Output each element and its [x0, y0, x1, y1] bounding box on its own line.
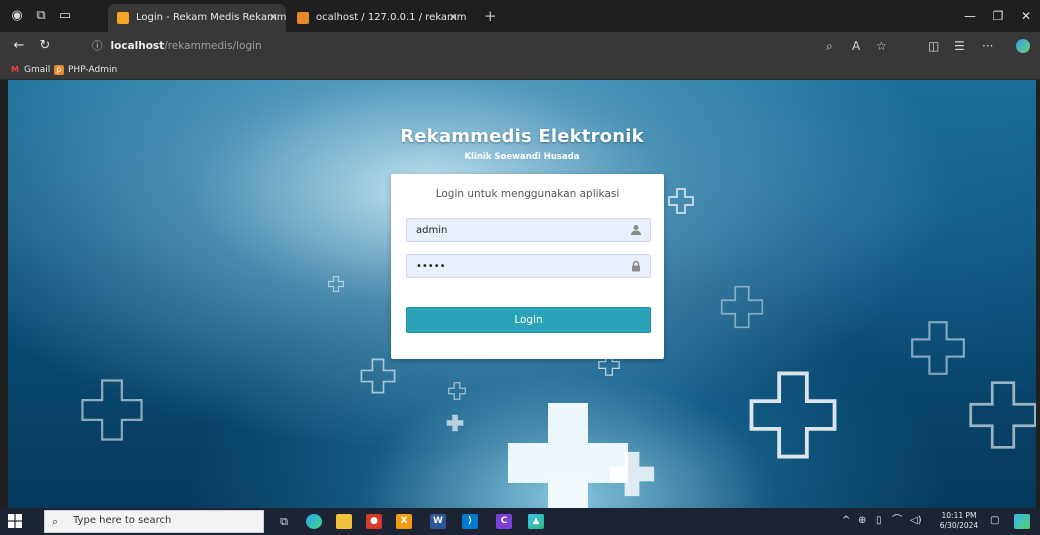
gmail-icon: M — [11, 65, 19, 74]
restore-icon[interactable]: ❐ — [986, 6, 1010, 26]
search-placeholder: Type here to search — [73, 515, 172, 526]
bookmark-label: PHP-Admin — [68, 65, 118, 75]
tab-title: ocalhost / 127.0.0.1 / rekammed — [316, 12, 466, 23]
network-globe-icon[interactable]: ⊕ — [858, 513, 866, 529]
xampp-icon[interactable]: X — [396, 514, 412, 529]
widgets-icon[interactable] — [1014, 514, 1030, 529]
clock[interactable]: 10:11 PM 6/30/2024 — [935, 511, 983, 531]
taskbar-search[interactable]: ⌕ Type here to search — [44, 510, 264, 533]
clock-time: 10:11 PM — [941, 511, 977, 520]
close-tab-icon[interactable]: ✕ — [269, 4, 278, 32]
medical-cross-icon — [748, 370, 838, 460]
password-field[interactable] — [406, 254, 651, 278]
refresh-icon[interactable]: ↻ — [36, 37, 54, 55]
login-page: Rekammedis Elektronik Klinik Soewandi Hu… — [8, 80, 1036, 508]
battery-icon[interactable]: ▯ — [876, 513, 882, 529]
medical-cross-icon — [446, 414, 464, 432]
tab-bar: ◉ ⧉ ▭ Login - Rekam Medis Rekammedi ✕ oc… — [0, 0, 1040, 32]
task-view-icon[interactable]: ⧉ — [276, 514, 292, 529]
wifi-icon[interactable]: ⌒ — [892, 513, 902, 529]
medical-cross-icon — [968, 380, 1036, 450]
profile-icon[interactable]: ◉ — [8, 7, 26, 25]
phpmyadmin-favicon-icon — [297, 12, 309, 24]
close-window-icon[interactable]: ✕ — [1014, 6, 1038, 26]
clinic-name: Klinik Soewandi Husada — [464, 152, 580, 162]
bookmarks-bar: M Gmail p PHP-Admin — [0, 60, 1040, 80]
browser-window: ◉ ⧉ ▭ Login - Rekam Medis Rekammedi ✕ oc… — [0, 0, 1040, 535]
login-button[interactable]: Login — [406, 307, 651, 333]
lock-icon — [632, 260, 640, 272]
taskbar: ⌕ Type here to search ⧉ ● X W ⟩ C ▲ ^ ⊕ … — [0, 508, 1040, 535]
login-card: Login untuk menggunakan aplikasi Login — [391, 174, 664, 359]
medical-cross-icon — [910, 320, 966, 376]
navigation-bar: ← ↻ ⓘ localhost/rekammedis/login ⌕ A ☆ ◫ … — [0, 32, 1040, 60]
word-icon[interactable]: W — [430, 514, 446, 529]
address-bar[interactable]: ⓘ localhost/rekammedis/login — [92, 36, 812, 56]
tab-login[interactable]: Login - Rekam Medis Rekammedi ✕ — [108, 4, 286, 32]
tray-chevron-icon[interactable]: ^ — [842, 513, 850, 529]
medical-cross-icon — [448, 382, 466, 400]
medical-cross-icon — [80, 378, 144, 442]
medical-cross-icon — [668, 188, 694, 214]
favorites-icon[interactable]: ☰ — [954, 37, 965, 55]
medical-cross-icon — [328, 276, 344, 292]
app-title: Rekammedis Elektronik — [400, 126, 644, 147]
workspaces-icon[interactable]: ⧉ — [32, 7, 50, 25]
photos-icon[interactable]: ▲ — [528, 514, 544, 529]
username-input[interactable] — [407, 219, 622, 241]
url-path: /rekammedis/login — [164, 40, 262, 52]
volume-icon[interactable]: ◁) — [910, 513, 922, 529]
favorite-star-icon[interactable]: ☆ — [876, 37, 887, 55]
vscode-icon[interactable]: ⟩ — [462, 514, 478, 529]
user-icon — [631, 225, 641, 235]
clock-date: 6/30/2024 — [939, 521, 979, 530]
file-explorer-icon[interactable] — [336, 514, 352, 529]
password-input[interactable] — [407, 255, 622, 277]
minimize-icon[interactable]: — — [958, 6, 982, 26]
bookmark-phpmyadmin[interactable]: p PHP-Admin — [54, 62, 117, 78]
copilot-icon[interactable] — [1016, 39, 1030, 53]
bookmark-gmail[interactable]: M Gmail — [10, 62, 50, 78]
site-info-icon[interactable]: ⓘ — [92, 40, 103, 52]
notifications-icon[interactable]: ▢ — [990, 513, 999, 529]
app-red-icon[interactable]: ● — [366, 514, 382, 529]
login-message: Login untuk menggunakan aplikasi — [435, 188, 620, 200]
medical-cross-icon — [608, 450, 656, 498]
split-screen-icon[interactable]: ◫ — [928, 37, 939, 55]
more-menu-icon[interactable]: ··· — [982, 37, 993, 55]
zoom-icon[interactable]: ⌕ — [826, 37, 833, 55]
site-favicon-icon — [117, 12, 129, 24]
tab-title: Login - Rekam Medis Rekammedi — [136, 12, 286, 23]
medical-cross-icon — [360, 358, 396, 394]
windows-start-icon[interactable] — [8, 514, 22, 528]
url-host: localhost — [110, 40, 165, 52]
search-icon: ⌕ — [52, 515, 59, 528]
username-field[interactable] — [406, 218, 651, 242]
tab-actions-icon[interactable]: ▭ — [56, 7, 74, 25]
bookmark-label: Gmail — [24, 65, 51, 75]
app-purple-icon[interactable]: C — [496, 514, 512, 529]
close-tab-icon[interactable]: ✕ — [449, 4, 458, 32]
medical-cross-icon — [720, 285, 764, 329]
edge-browser-icon[interactable] — [306, 514, 322, 529]
tab-phpmyadmin[interactable]: ocalhost / 127.0.0.1 / rekammed ✕ — [288, 4, 466, 32]
new-tab-button[interactable]: + — [484, 7, 497, 25]
read-aloud-icon[interactable]: A — [852, 37, 860, 55]
back-arrow-icon[interactable]: ← — [10, 37, 28, 55]
phpmyadmin-icon: p — [54, 65, 64, 75]
